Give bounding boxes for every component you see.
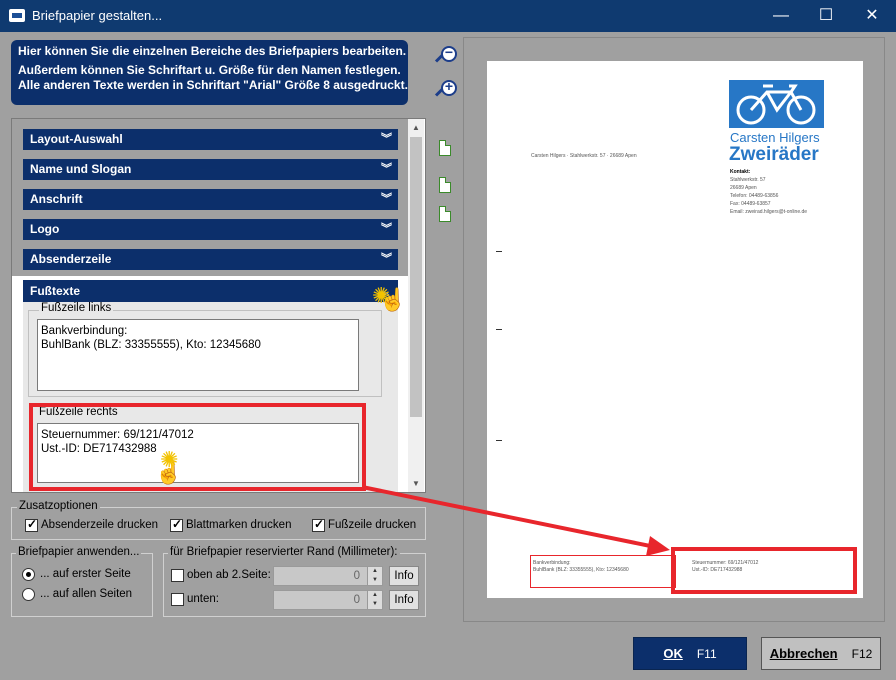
arrow-icon (361, 485, 670, 556)
ok-label: OK (663, 646, 683, 661)
cancel-button[interactable]: Abbrechen F12 (761, 637, 881, 670)
ok-hotkey: F11 (696, 647, 717, 661)
cancel-hotkey: F12 (851, 647, 873, 661)
ok-button[interactable]: OK F11 (633, 637, 747, 670)
cancel-label: Abbrechen (769, 646, 838, 661)
